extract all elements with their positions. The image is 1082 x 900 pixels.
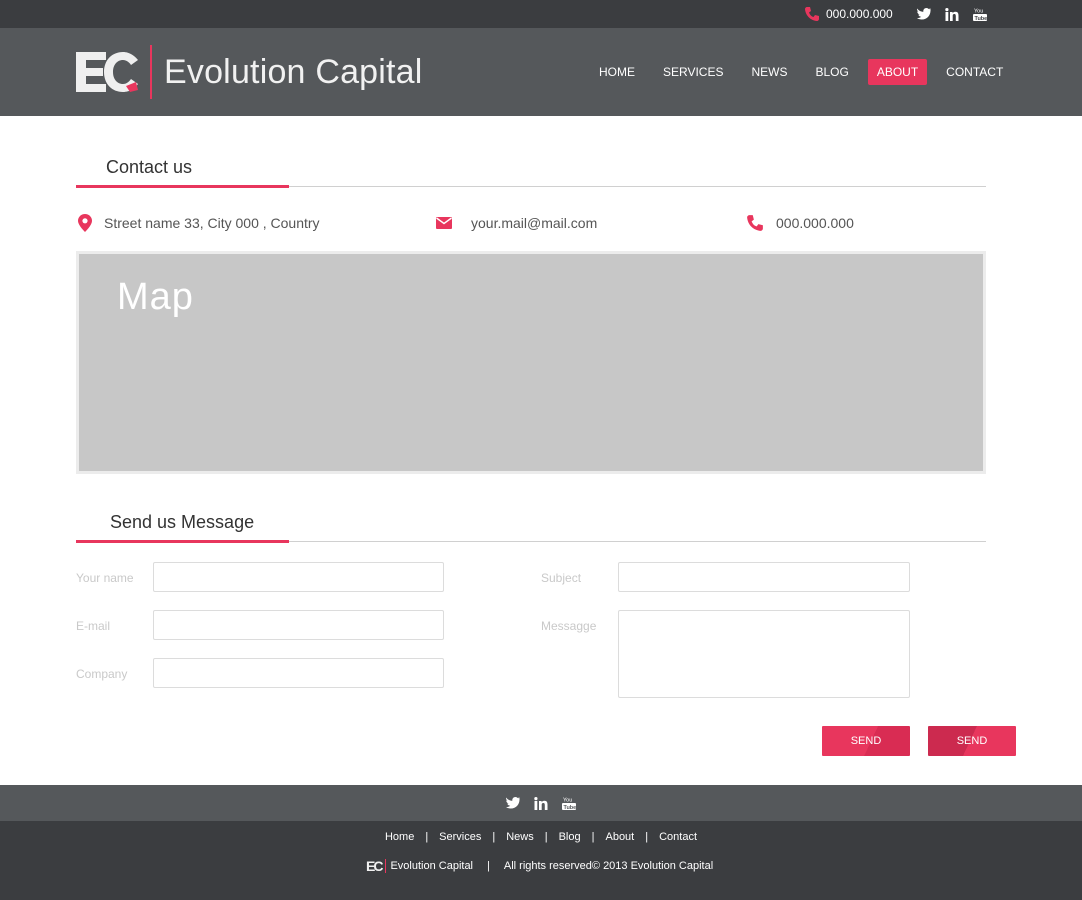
- message-title: Send us Message: [110, 512, 255, 532]
- svg-text:Tube: Tube: [975, 16, 988, 21]
- phone-icon: [747, 215, 763, 231]
- logo-mark: [76, 48, 140, 96]
- title-accent-underline: [76, 540, 289, 543]
- location-pin-icon: [78, 214, 92, 232]
- svg-text:You: You: [974, 9, 983, 15]
- send-button[interactable]: SEND: [822, 726, 910, 756]
- send-button-hover[interactable]: SEND: [928, 726, 1016, 756]
- footer-logo-divider: [385, 859, 387, 873]
- contact-title: Contact us: [106, 157, 193, 177]
- linkedin-icon[interactable]: [533, 795, 549, 811]
- contact-section-title: Contact us: [76, 153, 986, 188]
- message-textarea[interactable]: [618, 610, 910, 698]
- footer-bottom: EC Evolution Capital | All rights reserv…: [366, 858, 713, 874]
- footer-separator: |: [645, 831, 649, 843]
- nav-services[interactable]: SERVICES: [654, 59, 732, 85]
- logo[interactable]: Evolution Capital: [76, 44, 423, 100]
- phone-text: 000.000.000: [776, 215, 854, 231]
- youtube-icon[interactable]: You Tube: [561, 795, 577, 811]
- contact-email[interactable]: your.mail@mail.com: [436, 212, 597, 234]
- svg-text:Tube: Tube: [564, 805, 577, 810]
- title-accent-underline: [76, 185, 289, 188]
- footer-logo-mark: EC: [366, 858, 384, 874]
- nav-contact[interactable]: CONTACT: [937, 59, 1012, 85]
- map-container[interactable]: Map: [76, 251, 986, 474]
- footer-link-home[interactable]: Home: [385, 831, 414, 843]
- footer-link-contact[interactable]: Contact: [659, 831, 697, 843]
- contact-address: Street name 33, City 000 , Country: [78, 212, 320, 234]
- footer-socials: You Tube: [0, 785, 1082, 821]
- name-input[interactable]: [153, 562, 444, 592]
- top-bar: 000.000.000 You Tube: [0, 0, 1082, 28]
- twitter-icon[interactable]: [916, 6, 932, 22]
- logo-ec-icon: [76, 52, 138, 92]
- top-socials: You Tube: [916, 6, 988, 22]
- footer-link-blog[interactable]: Blog: [559, 831, 581, 843]
- map-label: Map: [117, 276, 194, 318]
- twitter-icon[interactable]: [505, 795, 521, 811]
- email-label: E-mail: [76, 619, 111, 633]
- logo-text: Evolution Capital: [164, 52, 423, 91]
- footer-link-services[interactable]: Services: [439, 831, 481, 843]
- main-nav: HOME SERVICES NEWS BLOG ABOUT CONTACT: [590, 59, 1022, 85]
- linkedin-icon[interactable]: [944, 6, 960, 22]
- footer-link-news[interactable]: News: [506, 831, 534, 843]
- footer-logo[interactable]: EC Evolution Capital: [366, 858, 473, 874]
- nav-news[interactable]: NEWS: [742, 59, 796, 85]
- footer-separator: |: [492, 831, 496, 843]
- subject-label: Subject: [541, 571, 582, 585]
- nav-about[interactable]: ABOUT: [867, 59, 928, 85]
- address-text: Street name 33, City 000 , Country: [104, 215, 320, 231]
- email-text: your.mail@mail.com: [471, 215, 598, 231]
- name-label: Your name: [76, 571, 134, 585]
- nav-blog[interactable]: BLOG: [806, 59, 857, 85]
- company-input[interactable]: [153, 658, 444, 688]
- site-header: Evolution Capital HOME SERVICES NEWS BLO…: [0, 28, 1082, 116]
- footer-separator: |: [544, 831, 548, 843]
- footer-separator: |: [487, 860, 490, 872]
- company-label: Company: [76, 667, 128, 681]
- mail-icon: [436, 217, 452, 229]
- top-phone[interactable]: 000.000.000: [804, 4, 893, 24]
- email-input[interactable]: [153, 610, 444, 640]
- footer-separator: |: [591, 831, 595, 843]
- top-phone-number: 000.000.000: [826, 7, 893, 21]
- youtube-icon[interactable]: You Tube: [972, 6, 988, 22]
- phone-icon: [805, 7, 819, 21]
- site-footer: Home | Services | News | Blog | About | …: [0, 821, 1082, 900]
- subject-input[interactable]: [618, 562, 910, 592]
- copyright-text: All rights reserved© 2013 Evolution Capi…: [503, 860, 714, 872]
- footer-logo-text: Evolution Capital: [390, 860, 474, 872]
- message-section-title: Send us Message: [76, 508, 986, 543]
- nav-home[interactable]: HOME: [590, 59, 644, 85]
- contact-phone[interactable]: 000.000.000: [746, 212, 854, 234]
- logo-divider: [150, 45, 152, 99]
- footer-nav: Home | Services | News | Blog | About | …: [0, 831, 1082, 843]
- map-placeholder[interactable]: Map: [79, 254, 983, 471]
- message-label: Messagge: [541, 619, 597, 633]
- footer-link-about[interactable]: About: [605, 831, 634, 843]
- svg-text:You: You: [563, 798, 572, 804]
- footer-separator: |: [425, 831, 429, 843]
